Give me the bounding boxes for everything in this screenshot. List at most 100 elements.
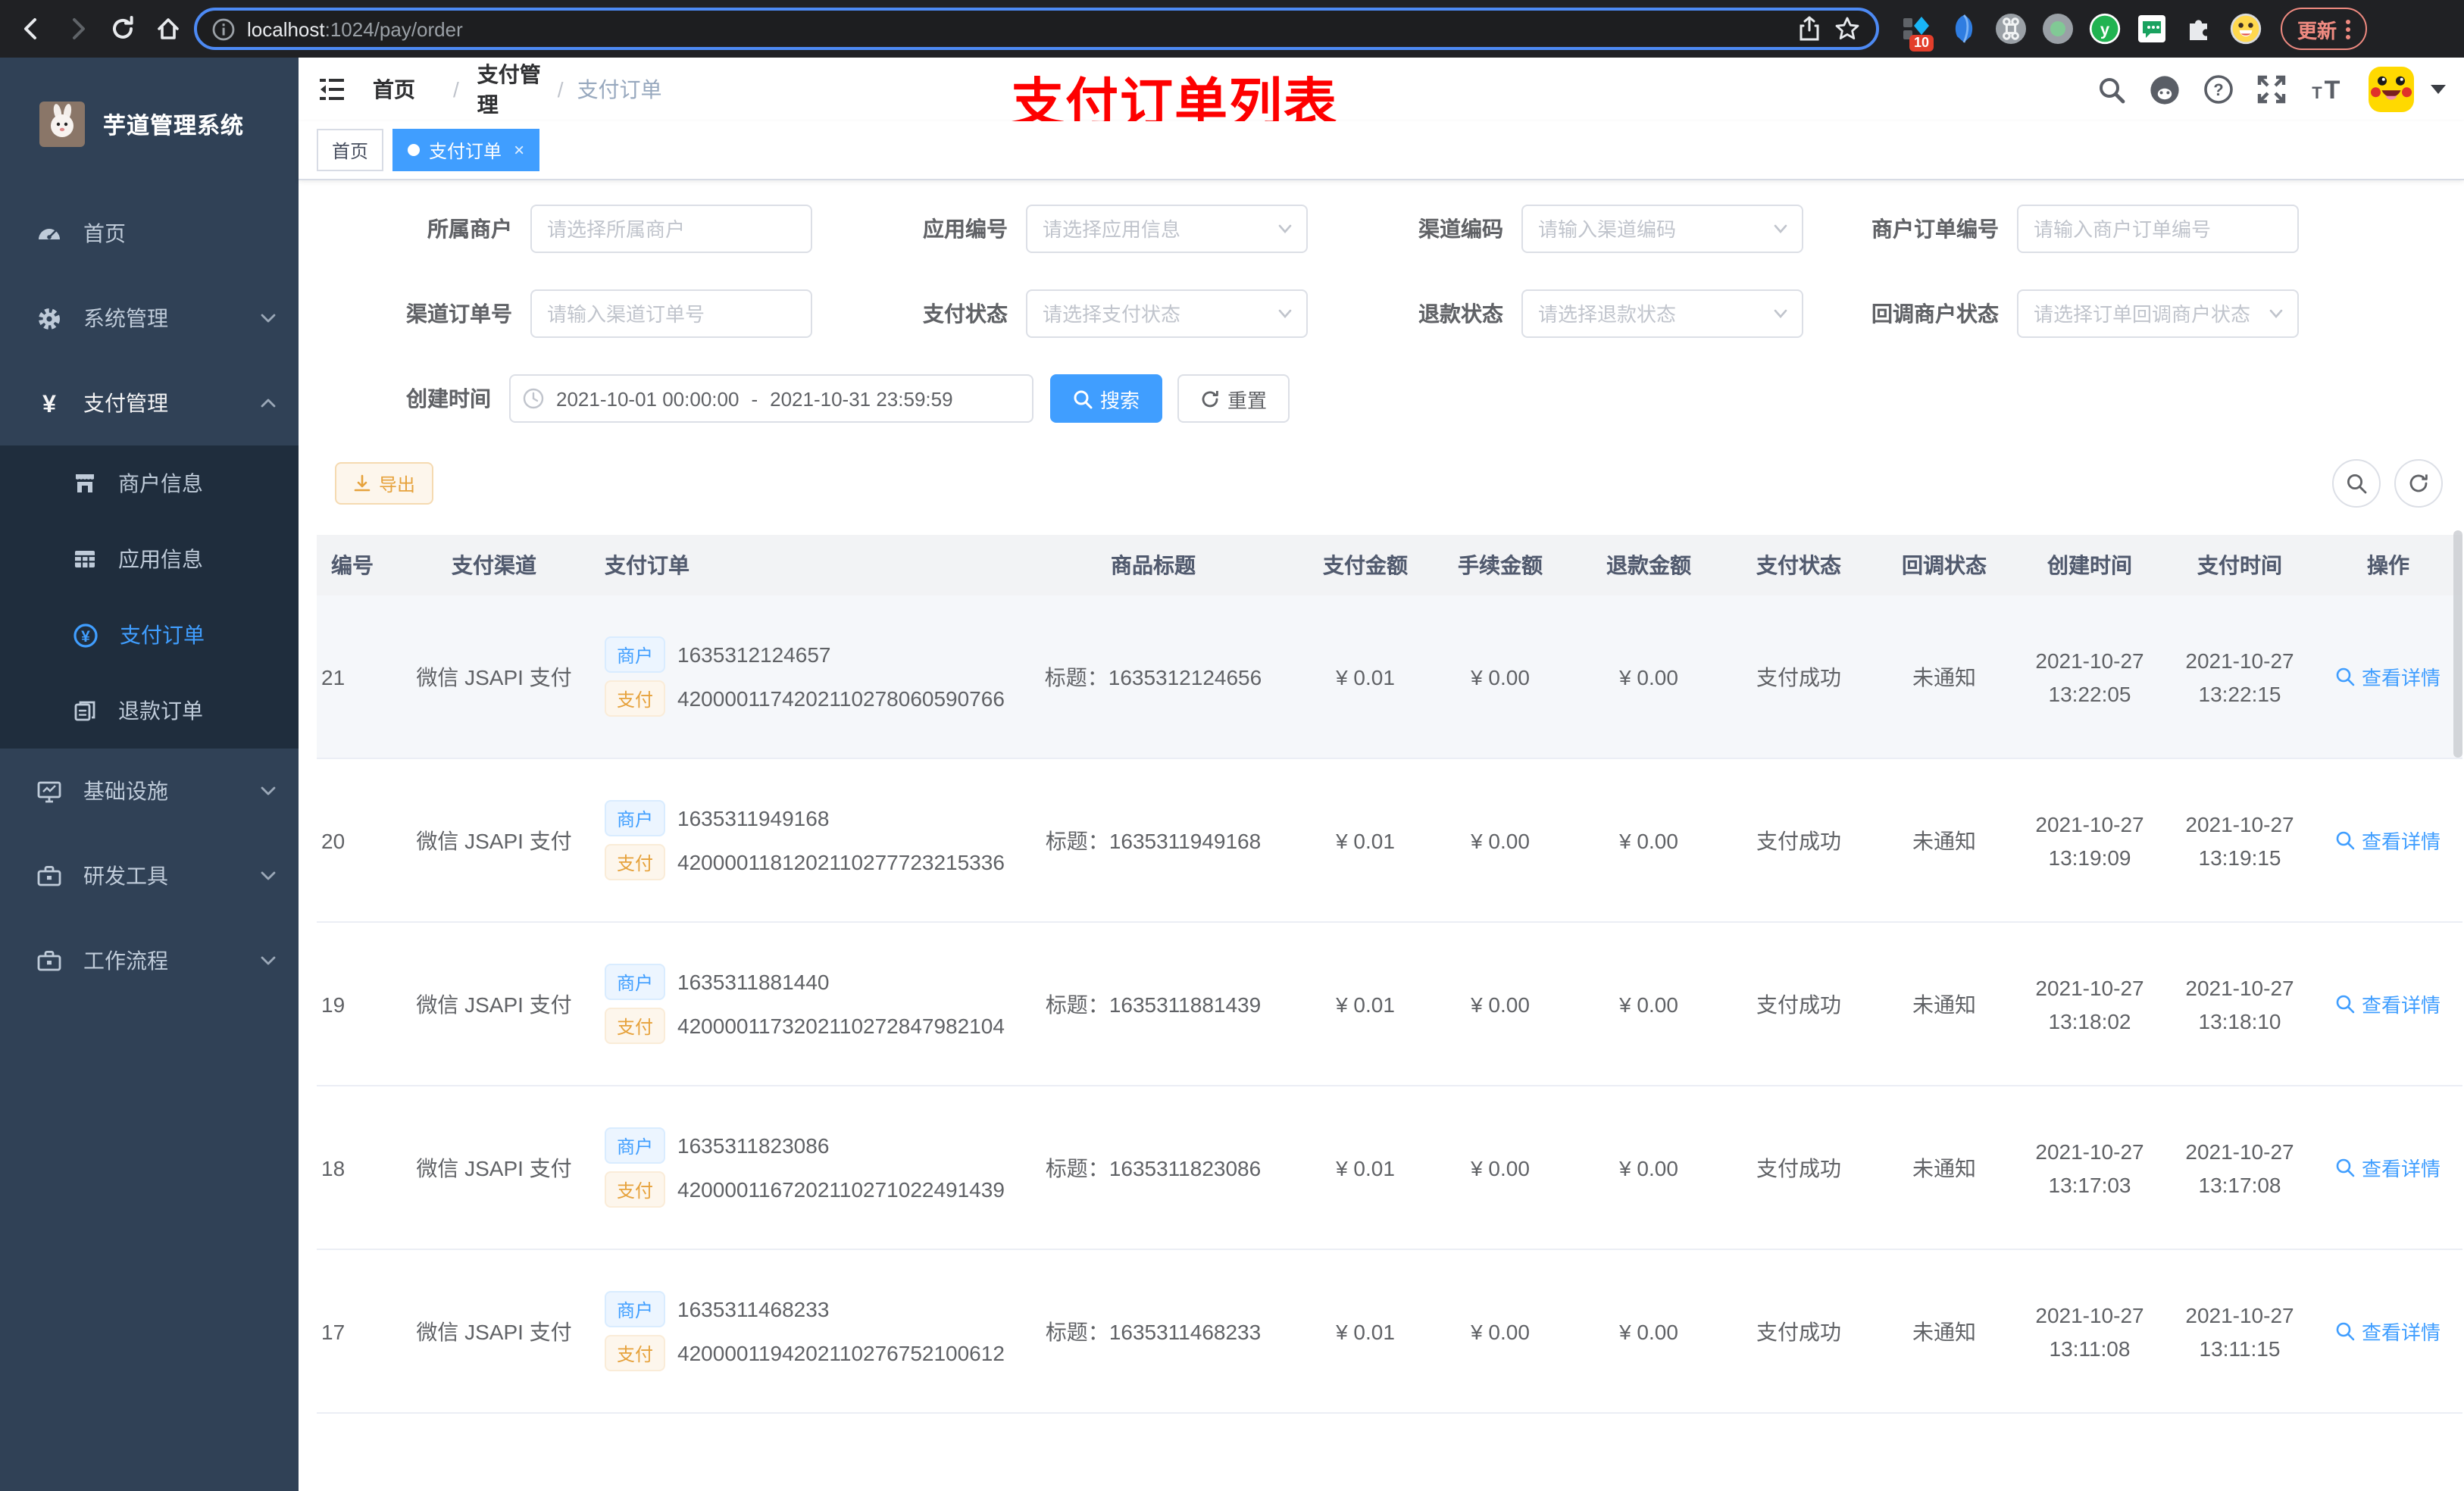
extension-chat-icon[interactable]	[2135, 12, 2169, 45]
export-button[interactable]: 导出	[335, 462, 434, 505]
sidebar-fold-icon[interactable]	[317, 74, 347, 105]
pay-amount: ¥ 0.01	[1336, 664, 1395, 689]
reload-button[interactable]	[103, 9, 142, 48]
magnifier-icon	[2337, 1158, 2356, 1177]
breadcrumb-payment[interactable]: 支付管理	[473, 59, 544, 120]
user-avatar[interactable]	[2369, 67, 2414, 112]
browser-menu-icon[interactable]	[2346, 19, 2351, 39]
pay-order-no: 4200001174202110278060590766	[677, 686, 1005, 711]
sidebar-item-pay-order[interactable]: ¥ 支付订单	[0, 597, 299, 673]
sidebar-item-devtools[interactable]: 研发工具	[0, 833, 299, 918]
date-range-picker[interactable]: 2021-10-01 00:00:00 - 2021-10-31 23:59:5…	[509, 374, 1033, 423]
back-button[interactable]	[12, 9, 52, 48]
fee-amount: ¥ 0.00	[1471, 992, 1530, 1016]
chevron-down-icon	[1278, 224, 1292, 233]
merchant-order-no: 1635312124657	[677, 642, 831, 667]
share-icon[interactable]	[1797, 15, 1821, 42]
pay-channel: 微信 JSAPI 支付	[416, 1319, 572, 1343]
fee-amount: ¥ 0.00	[1471, 1319, 1530, 1343]
view-detail-link[interactable]: 查看详情	[2336, 1317, 2441, 1346]
sidebar-item-workflow[interactable]: 工作流程	[0, 918, 299, 1003]
fullscreen-icon[interactable]	[2256, 74, 2287, 105]
sidebar-item-app-info[interactable]: 应用信息	[0, 521, 299, 597]
merchant-order-filter-label: 商户订单编号	[1871, 217, 1999, 241]
product-title: 标题：1635311468233	[1045, 1319, 1262, 1343]
extension-icons: 10 y	[1900, 12, 2262, 52]
tab-pay-order[interactable]: 支付订单 ×	[392, 129, 540, 171]
svg-text:y: y	[2100, 20, 2110, 39]
sidebar-item-home[interactable]: 首页	[0, 191, 299, 276]
sidebar-item-merchant-info[interactable]: 商户信息	[0, 445, 299, 521]
extension-y-icon[interactable]: y	[2088, 12, 2122, 45]
product-title: 标题：1635312124656	[1044, 664, 1262, 689]
refund-status-filter-select[interactable]	[1521, 289, 1803, 338]
bookmark-star-icon[interactable]	[1834, 15, 1861, 42]
search-icon[interactable]	[2097, 75, 2126, 104]
orders-table: 编号 支付渠道 支付订单 商品标题 支付金额 手续金额 退款金额 支付状态 回调…	[317, 535, 2462, 1491]
extension-emoji-icon[interactable]	[2229, 12, 2262, 45]
callback-status-filter-select[interactable]	[2017, 289, 2299, 338]
url-text: localhost:1024/pay/order	[247, 17, 463, 40]
breadcrumb-home[interactable]: 首页	[368, 74, 439, 105]
github-icon[interactable]	[2149, 73, 2181, 105]
toggle-search-button[interactable]	[2332, 459, 2381, 508]
avatar-caret-icon[interactable]	[2431, 85, 2446, 94]
sidebar-item-refund-order[interactable]: 退款订单	[0, 673, 299, 749]
view-detail-link[interactable]: 查看详情	[2336, 826, 2441, 855]
view-detail-link[interactable]: 查看详情	[2336, 1153, 2441, 1182]
pay-order-no: 4200001167202110271022491439	[677, 1177, 1005, 1202]
pay-tag: 支付	[605, 680, 666, 717]
forward-button[interactable]	[58, 9, 97, 48]
merchant-order-filter-input[interactable]	[2017, 205, 2299, 253]
chevron-down-icon	[261, 786, 276, 796]
pay-order-cell: 商户 1635311881440 支付 42000011732021102728…	[605, 956, 1005, 1052]
pay-status-filter-select[interactable]	[1026, 289, 1308, 338]
view-detail-link[interactable]: 查看详情	[2336, 662, 2441, 691]
search-icon	[1074, 389, 1093, 408]
refresh-table-button[interactable]	[2394, 459, 2443, 508]
app-filter-select[interactable]	[1026, 205, 1308, 253]
fee-amount: ¥ 0.00	[1471, 1155, 1530, 1180]
sidebar-item-system[interactable]: 系统管理	[0, 276, 299, 361]
pay-time: 2021-10-27 13:18:10	[2185, 975, 2294, 1033]
sidebar-logo[interactable]: 芋道管理系统	[0, 58, 299, 191]
reset-button[interactable]: 重置	[1177, 374, 1290, 423]
view-detail-link[interactable]: 查看详情	[2336, 989, 2441, 1018]
tab-home[interactable]: 首页	[317, 129, 384, 171]
col-actions: 操作	[2367, 553, 2409, 577]
channel-order-filter-input[interactable]	[530, 289, 812, 338]
create-time: 2021-10-27 13:18:02	[2035, 975, 2144, 1033]
extension-balloon-icon[interactable]	[1947, 12, 1981, 45]
extension-command-icon[interactable]	[1994, 12, 2028, 45]
extension-diamond-icon[interactable]: 10	[1900, 12, 1934, 52]
sidebar-item-infra[interactable]: 基础设施	[0, 749, 299, 833]
window-scrollbar[interactable]	[2453, 530, 2462, 758]
notify-status: 未通知	[1912, 828, 1976, 852]
magnifier-icon	[2337, 1322, 2356, 1341]
font-size-icon[interactable]: TT	[2309, 74, 2346, 105]
screen: localhost:1024/pay/order 10 y 更新 芋道管理系统 …	[0, 0, 2464, 1491]
col-pay-status: 支付状态	[1756, 553, 1841, 577]
extensions-puzzle-icon[interactable]	[2182, 12, 2215, 45]
pay-time: 2021-10-27 13:22:15	[2185, 648, 2294, 705]
actions-cell: 查看详情	[2314, 1153, 2462, 1182]
documents-icon	[74, 701, 95, 721]
home-button[interactable]	[149, 9, 188, 48]
pay-tag: 支付	[605, 1008, 666, 1044]
update-button[interactable]: 更新	[2281, 8, 2368, 50]
merchant-tag: 商户	[605, 964, 666, 1000]
channel-code-filter-select[interactable]	[1521, 205, 1803, 253]
search-button[interactable]: 搜索	[1050, 374, 1163, 423]
help-icon[interactable]: ?	[2203, 74, 2234, 105]
notify-status: 未通知	[1912, 1155, 1976, 1180]
pay-channel: 微信 JSAPI 支付	[416, 828, 572, 852]
sidebar-item-payment[interactable]: ¥ 支付管理	[0, 361, 299, 445]
browser-toolbar: localhost:1024/pay/order 10 y 更新	[0, 0, 2464, 58]
table-row: 19 微信 JSAPI 支付 商户 1635311881440 支付 42000…	[317, 923, 2462, 1086]
close-tab-icon[interactable]: ×	[514, 139, 524, 161]
date-start: 2021-10-01 00:00:00	[556, 387, 740, 410]
address-bar[interactable]: localhost:1024/pay/order	[194, 8, 1879, 50]
extension-record-icon[interactable]	[2041, 12, 2075, 45]
site-info-icon[interactable]	[212, 17, 235, 40]
merchant-filter-input[interactable]	[530, 205, 812, 253]
